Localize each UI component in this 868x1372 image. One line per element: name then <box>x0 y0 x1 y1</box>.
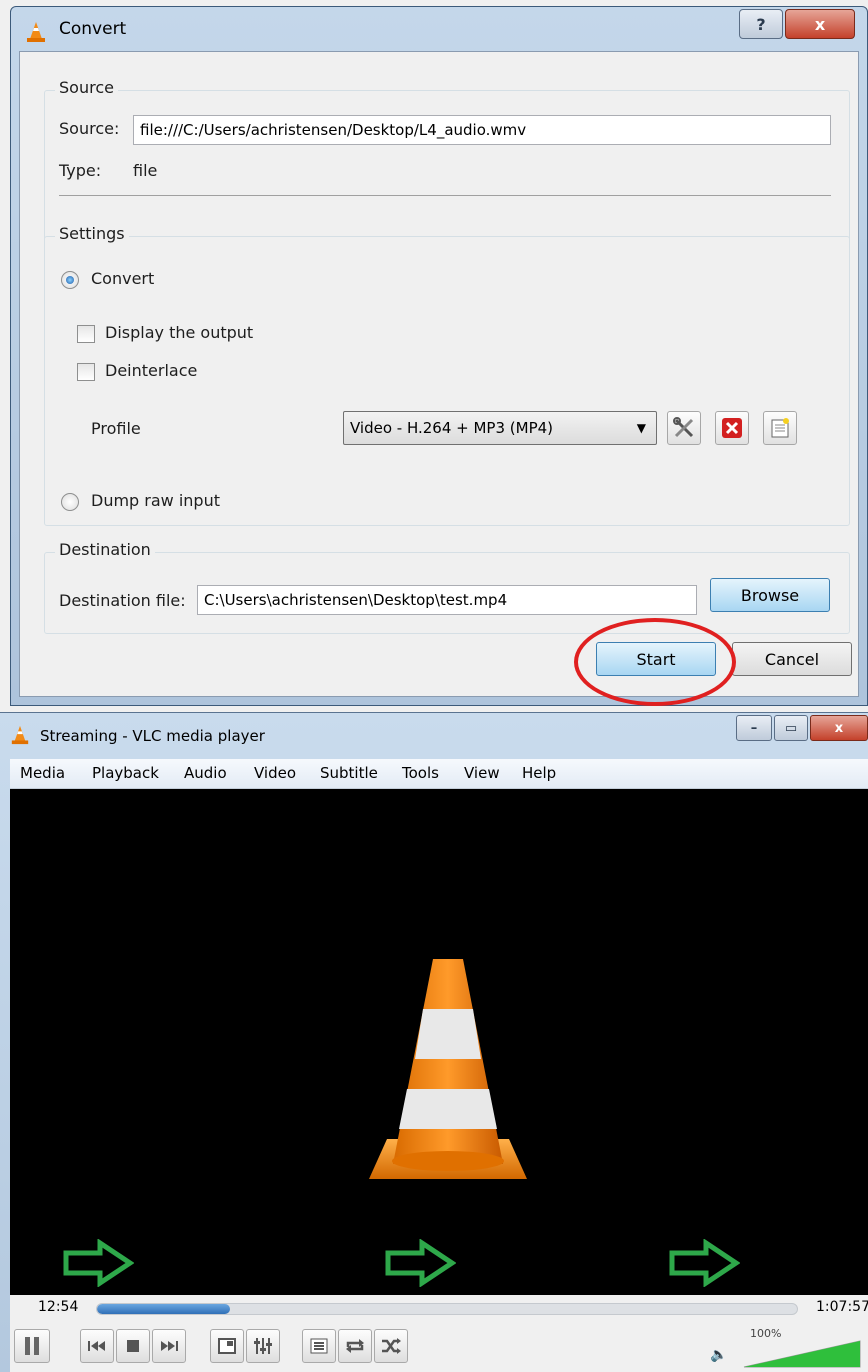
extended-settings-button[interactable] <box>246 1329 280 1363</box>
shuffle-icon <box>382 1338 401 1354</box>
vlc-close-button[interactable]: x <box>810 715 868 741</box>
profile-selected-value: Video - H.264 + MP3 (MP4) <box>350 419 554 437</box>
source-legend: Source <box>55 78 118 97</box>
dialog-title: Convert <box>59 19 127 39</box>
seek-bar[interactable] <box>96 1303 798 1315</box>
destination-legend: Destination <box>55 540 155 559</box>
arrow-right-icon <box>63 1239 134 1287</box>
profile-dropdown[interactable]: Video - H.264 + MP3 (MP4) ▼ <box>343 411 657 445</box>
previous-icon <box>88 1341 105 1351</box>
destination-label: Destination file: <box>59 591 186 610</box>
convert-radio[interactable] <box>61 271 79 289</box>
minimize-icon: – <box>750 720 758 736</box>
pause-button[interactable] <box>14 1329 50 1363</box>
arrow-right-icon <box>669 1239 740 1287</box>
seek-progress <box>97 1304 230 1314</box>
type-value: file <box>133 161 158 180</box>
source-label: Source: <box>59 119 120 138</box>
loop-icon <box>346 1339 364 1353</box>
new-profile-button[interactable] <box>763 411 797 445</box>
time-elapsed: 12:54 <box>38 1299 79 1315</box>
loop-button[interactable] <box>338 1329 372 1363</box>
settings-legend: Settings <box>55 224 129 243</box>
source-separator <box>59 195 831 196</box>
fullscreen-icon <box>218 1338 236 1354</box>
arrow-right-icon <box>385 1239 456 1287</box>
pause-icon <box>25 1337 39 1355</box>
shuffle-button[interactable] <box>374 1329 408 1363</box>
vlc-window: Streaming - VLC media player – ▭ x Media… <box>0 712 868 1372</box>
settings-group: Settings Convert Display the output Dein… <box>44 224 850 526</box>
destination-input[interactable]: C:\Users\achristensen\Desktop\test.mp4 <box>197 585 697 615</box>
time-total: 1:07:57 <box>816 1299 868 1315</box>
display-output-label[interactable]: Display the output <box>105 323 253 342</box>
menu-view[interactable]: View <box>464 764 500 782</box>
delete-profile-button[interactable] <box>715 411 749 445</box>
cancel-button[interactable]: Cancel <box>732 642 852 676</box>
previous-button[interactable] <box>80 1329 114 1363</box>
source-group: Source Source: file:///C:/Users/achriste… <box>44 78 850 250</box>
maximize-icon: ▭ <box>784 720 798 736</box>
convert-dialog: Convert ? x Source Source: file:///C:/Us… <box>10 6 868 706</box>
fullscreen-button[interactable] <box>210 1329 244 1363</box>
source-input[interactable]: file:///C:/Users/achristensen/Desktop/L4… <box>133 115 831 145</box>
menu-playback[interactable]: Playback <box>92 764 159 782</box>
menu-help[interactable]: Help <box>522 764 556 782</box>
close-button[interactable]: x <box>785 9 855 39</box>
menu-media[interactable]: Media <box>20 764 65 782</box>
help-button[interactable]: ? <box>739 9 783 39</box>
menu-video[interactable]: Video <box>254 764 296 782</box>
browse-button[interactable]: Browse <box>710 578 830 612</box>
vlc-titlebar[interactable]: Streaming - VLC media player – ▭ x <box>0 713 868 759</box>
vlc-menubar: Media Playback Audio Video Subtitle Tool… <box>10 759 868 789</box>
menu-subtitle[interactable]: Subtitle <box>320 764 378 782</box>
vlc-title: Streaming - VLC media player <box>40 727 265 745</box>
speaker-icon[interactable]: 🔈 <box>710 1347 727 1363</box>
chevron-down-icon: ▼ <box>636 421 646 435</box>
dump-raw-radio[interactable] <box>61 493 79 511</box>
minimize-button[interactable]: – <box>736 715 772 741</box>
dump-raw-label[interactable]: Dump raw input <box>91 491 220 510</box>
next-button[interactable] <box>152 1329 186 1363</box>
maximize-button[interactable]: ▭ <box>774 715 808 741</box>
menu-tools[interactable]: Tools <box>402 764 439 782</box>
vlc-cone-icon <box>27 22 45 42</box>
convert-titlebar[interactable]: Convert ? x <box>11 7 867 57</box>
deinterlace-label[interactable]: Deinterlace <box>105 361 197 380</box>
stop-button[interactable] <box>116 1329 150 1363</box>
new-document-icon <box>771 418 789 438</box>
convert-client-area: Source Source: file:///C:/Users/achriste… <box>19 51 859 706</box>
delete-icon <box>722 418 742 438</box>
profile-label: Profile <box>91 419 141 438</box>
tools-icon <box>673 417 694 438</box>
playlist-button[interactable] <box>302 1329 336 1363</box>
playlist-icon <box>310 1338 328 1354</box>
display-output-checkbox[interactable] <box>77 325 95 343</box>
vlc-cone-logo <box>369 959 527 1179</box>
stop-icon <box>127 1340 139 1352</box>
controls-bar: 12:54 1:07:57 🔈 100% <box>10 1295 868 1372</box>
volume-slider[interactable] <box>742 1339 862 1369</box>
edit-profile-button[interactable] <box>667 411 701 445</box>
video-area[interactable] <box>10 789 868 1295</box>
convert-radio-label[interactable]: Convert <box>91 269 154 288</box>
vlc-cone-icon <box>11 725 29 745</box>
menu-audio[interactable]: Audio <box>184 764 227 782</box>
deinterlace-checkbox[interactable] <box>77 363 95 381</box>
start-highlight-circle <box>574 618 736 706</box>
equalizer-icon <box>254 1338 272 1354</box>
type-label: Type: <box>59 161 102 180</box>
close-icon: x <box>834 720 844 736</box>
next-icon <box>161 1341 178 1351</box>
